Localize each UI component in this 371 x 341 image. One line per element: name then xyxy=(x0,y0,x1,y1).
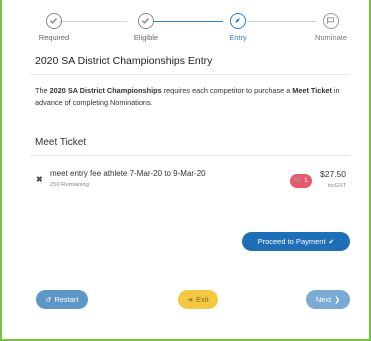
ticket-entry-panel: Required Eligible Entry Nominate 2020 SA… xyxy=(0,0,371,341)
cart-count: 1 xyxy=(304,177,308,184)
divider xyxy=(30,74,350,75)
step-eligible[interactable]: Eligible xyxy=(106,0,186,42)
desc-text: The xyxy=(35,86,50,95)
cart-icon: 🛒 xyxy=(294,177,303,184)
exit-button[interactable]: ➔ Exit xyxy=(178,290,218,309)
next-button[interactable]: Next ❯ xyxy=(306,290,350,309)
button-label: Restart xyxy=(54,295,79,304)
chevron-right-icon: ❯ xyxy=(334,297,341,304)
step-required[interactable]: Required xyxy=(14,0,94,42)
flag-icon xyxy=(323,13,339,29)
step-label: Eligible xyxy=(133,33,159,42)
ticket-row: ✖ meet entry fee athlete 7-Mar-20 to 9-M… xyxy=(30,166,350,196)
section-heading: Meet Ticket xyxy=(35,137,87,148)
restart-icon: ↺ xyxy=(45,297,52,304)
divider xyxy=(30,155,350,156)
step-label: Nominate xyxy=(314,33,348,42)
ticket-description: meet entry fee athlete 7-Mar-20 to 9-Mar… xyxy=(50,169,206,178)
check-icon xyxy=(46,13,62,29)
exit-icon: ➔ xyxy=(187,297,194,304)
restart-button[interactable]: ↺ Restart xyxy=(36,290,88,309)
check-icon: ✔ xyxy=(328,239,335,246)
remove-icon[interactable]: ✖ xyxy=(36,175,43,184)
page-title: 2020 SA District Championships Entry xyxy=(35,55,213,67)
progress-stepper: Required Eligible Entry Nominate xyxy=(2,0,369,46)
proceed-to-payment-button[interactable]: Proceed to Payment ✔ xyxy=(242,232,350,251)
step-nominate[interactable]: Nominate xyxy=(291,0,371,42)
ticket-price: $27.50 xyxy=(320,169,346,179)
button-label: Exit xyxy=(196,295,209,304)
compass-icon xyxy=(230,13,246,29)
desc-text: requires each competitor to purchase a xyxy=(161,86,293,95)
ticket-name-bold: Meet Ticket xyxy=(292,86,332,95)
step-entry[interactable]: Entry xyxy=(198,0,278,42)
ticket-remaining: 250 Remaining xyxy=(50,182,89,188)
check-icon xyxy=(138,13,154,29)
button-label: Next xyxy=(315,295,332,304)
button-label: Proceed to Payment xyxy=(257,237,326,246)
step-label: Entry xyxy=(229,33,247,42)
tax-note: incGST xyxy=(327,183,346,189)
cart-count-badge[interactable]: 🛒 1 xyxy=(290,174,312,188)
entry-description: The 2020 SA District Championships requi… xyxy=(35,85,345,109)
event-name-bold: 2020 SA District Championships xyxy=(49,86,162,95)
step-label: Required xyxy=(38,33,70,42)
